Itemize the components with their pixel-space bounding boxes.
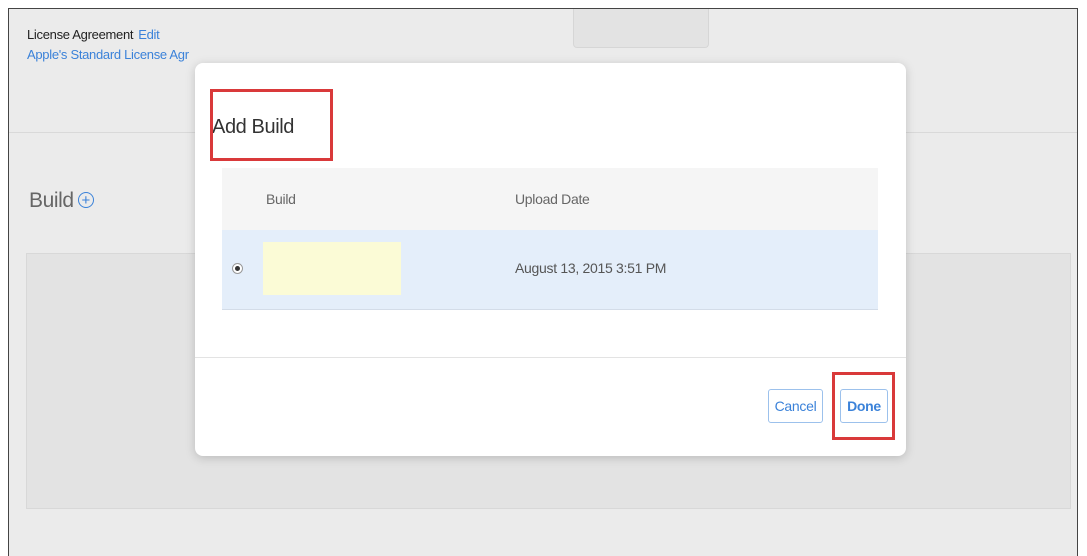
add-build-dialog: Add Build Build Upload Date August 13, 2… — [195, 63, 906, 456]
column-header-build: Build — [266, 191, 296, 207]
done-highlight-box — [832, 372, 895, 440]
upload-date-value: August 13, 2015 3:51 PM — [515, 260, 667, 276]
license-agreement-text: License Agreement — [27, 27, 134, 42]
title-highlight-box — [210, 89, 333, 161]
column-header-upload-date: Upload Date — [515, 191, 590, 207]
license-edit-link[interactable]: Edit — [138, 27, 160, 42]
license-agreement-label: License Agreement Edit — [27, 27, 160, 42]
dialog-footer-divider — [195, 357, 906, 358]
build-section-heading: Build + — [29, 189, 94, 213]
table-header: Build Upload Date — [222, 168, 878, 230]
license-agreement-link[interactable]: Apple's Standard License Agr — [27, 47, 189, 62]
build-value-redacted — [263, 242, 401, 295]
build-radio-button[interactable] — [232, 263, 243, 274]
build-heading-text: Build — [29, 189, 74, 212]
top-placeholder-box — [573, 9, 709, 48]
table-row[interactable]: August 13, 2015 3:51 PM — [222, 230, 878, 310]
plus-circle-icon[interactable]: + — [77, 192, 94, 208]
cancel-button[interactable]: Cancel — [768, 389, 823, 423]
